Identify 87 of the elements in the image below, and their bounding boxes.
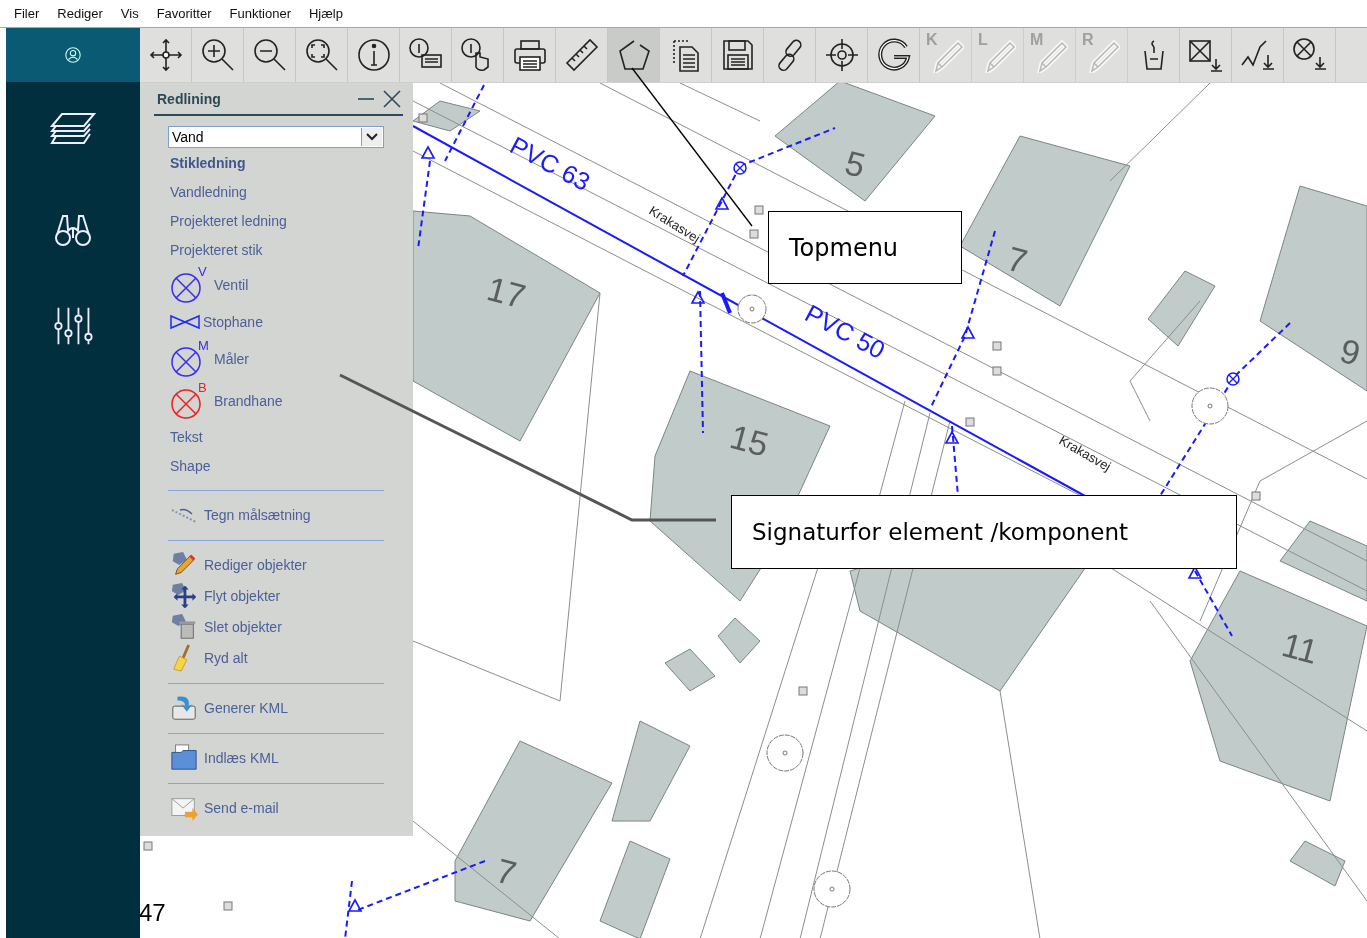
building [1289, 840, 1346, 887]
bowtie-icon [170, 314, 200, 330]
menu-item[interactable]: Favoritter [156, 6, 212, 21]
triangle-symbol [347, 898, 363, 912]
minimize-icon [358, 97, 374, 100]
square-symbol [798, 686, 808, 696]
service-pipe-line [1194, 570, 1233, 637]
tool-item[interactable]: Ryd alt [170, 642, 248, 673]
tool-item[interactable]: Rediger objekter [170, 549, 307, 580]
callout-box: Topmenu [768, 211, 962, 284]
close-button[interactable] [381, 87, 403, 110]
box-cross-icon [1187, 37, 1224, 73]
menu-item[interactable]: Funktioner [229, 6, 291, 21]
house-number: 9 [1336, 331, 1365, 373]
layer-link[interactable]: Projekteret stik [170, 235, 263, 264]
symbol-item[interactable]: Stophane [170, 306, 263, 338]
layer-link[interactable]: Projekteret ledning [170, 206, 287, 235]
symbol-item[interactable]: B Brandhane [170, 380, 283, 422]
tree-symbol [813, 870, 851, 908]
triangle-symbol [960, 325, 976, 339]
pipe-label: PVC 63 [505, 130, 595, 196]
ruler-icon [563, 37, 600, 73]
tree-symbol [737, 294, 767, 324]
layer-link[interactable]: Vandledning [170, 177, 247, 206]
triangle-symbol [420, 145, 436, 159]
callout-box: Signaturfor element /komponent [731, 495, 1237, 569]
symbol-item[interactable]: M Måler [170, 338, 249, 380]
menu-item[interactable]: Rediger [57, 6, 103, 21]
crossed-circle-symbol [1226, 372, 1240, 386]
zoom-extent-icon [303, 37, 340, 73]
ruler-label-icon [170, 506, 198, 523]
house-number: 7 [1003, 239, 1032, 281]
tool-item[interactable]: Indlæs KML [170, 742, 279, 773]
pipe-label: PVC 50 [800, 298, 890, 364]
square-symbol [143, 841, 153, 851]
triangle-symbol [690, 290, 706, 304]
tool-item[interactable]: Flyt objekter [170, 580, 281, 611]
menu-item[interactable]: Hjælp [308, 6, 343, 21]
tree-symbol [766, 734, 804, 772]
circle-cross-icon [1291, 37, 1328, 73]
menu-item[interactable]: Vis [120, 6, 139, 21]
trash-bin-icon [170, 611, 198, 642]
zoom-in-icon [199, 37, 236, 73]
house-number: 47 [140, 899, 166, 926]
info-icon [355, 37, 392, 73]
chevron-down-icon [366, 133, 378, 141]
layer-link[interactable]: Shape [170, 451, 211, 480]
house-number: 17 [483, 269, 530, 316]
printer-icon [511, 37, 548, 73]
square-symbol [992, 341, 1002, 351]
folder-icon [170, 742, 198, 773]
layer-dropdown[interactable]: Vand [168, 126, 384, 148]
valve-mark [720, 292, 732, 314]
house-number: 5 [841, 143, 870, 185]
user-icon[interactable] [64, 46, 82, 64]
square-symbol [754, 205, 764, 215]
square-symbol [418, 113, 428, 123]
panel-title: Redlining [156, 90, 222, 107]
close-icon [382, 88, 402, 109]
triangle-symbol [714, 196, 730, 210]
toolbar-button[interactable] [608, 28, 660, 82]
tool-item[interactable]: Generer KML [170, 692, 289, 723]
zoom-out-icon [251, 37, 288, 73]
building [717, 617, 761, 664]
square-symbol [749, 229, 759, 239]
crosshair-icon [823, 37, 860, 73]
layer-link[interactable]: Tekst [170, 422, 203, 451]
move-icon [147, 37, 184, 73]
square-symbol [992, 366, 1002, 376]
line-chart-icon [1239, 37, 1276, 73]
tool-item[interactable]: Tegn målsætning [170, 499, 311, 530]
building [664, 648, 716, 692]
tool-item[interactable]: Slet objekter [170, 611, 282, 642]
tool-item[interactable]: Send e-mail [170, 792, 279, 823]
square-symbol [1251, 491, 1261, 501]
house-number: 7 [492, 851, 521, 893]
symbol-item[interactable]: V Ventil [170, 264, 249, 306]
house-number: 11 [1278, 625, 1323, 671]
crossed-circle-symbol [733, 161, 747, 175]
move-arrows-icon [170, 580, 198, 611]
square-symbol [965, 417, 975, 427]
house-number: 15 [726, 417, 773, 464]
layer-link[interactable]: Stikledning [170, 148, 246, 177]
menu-item[interactable]: Filer [14, 6, 40, 21]
square-symbol [223, 901, 233, 911]
triangle-symbol [944, 430, 960, 444]
tree-symbol [1191, 387, 1229, 425]
